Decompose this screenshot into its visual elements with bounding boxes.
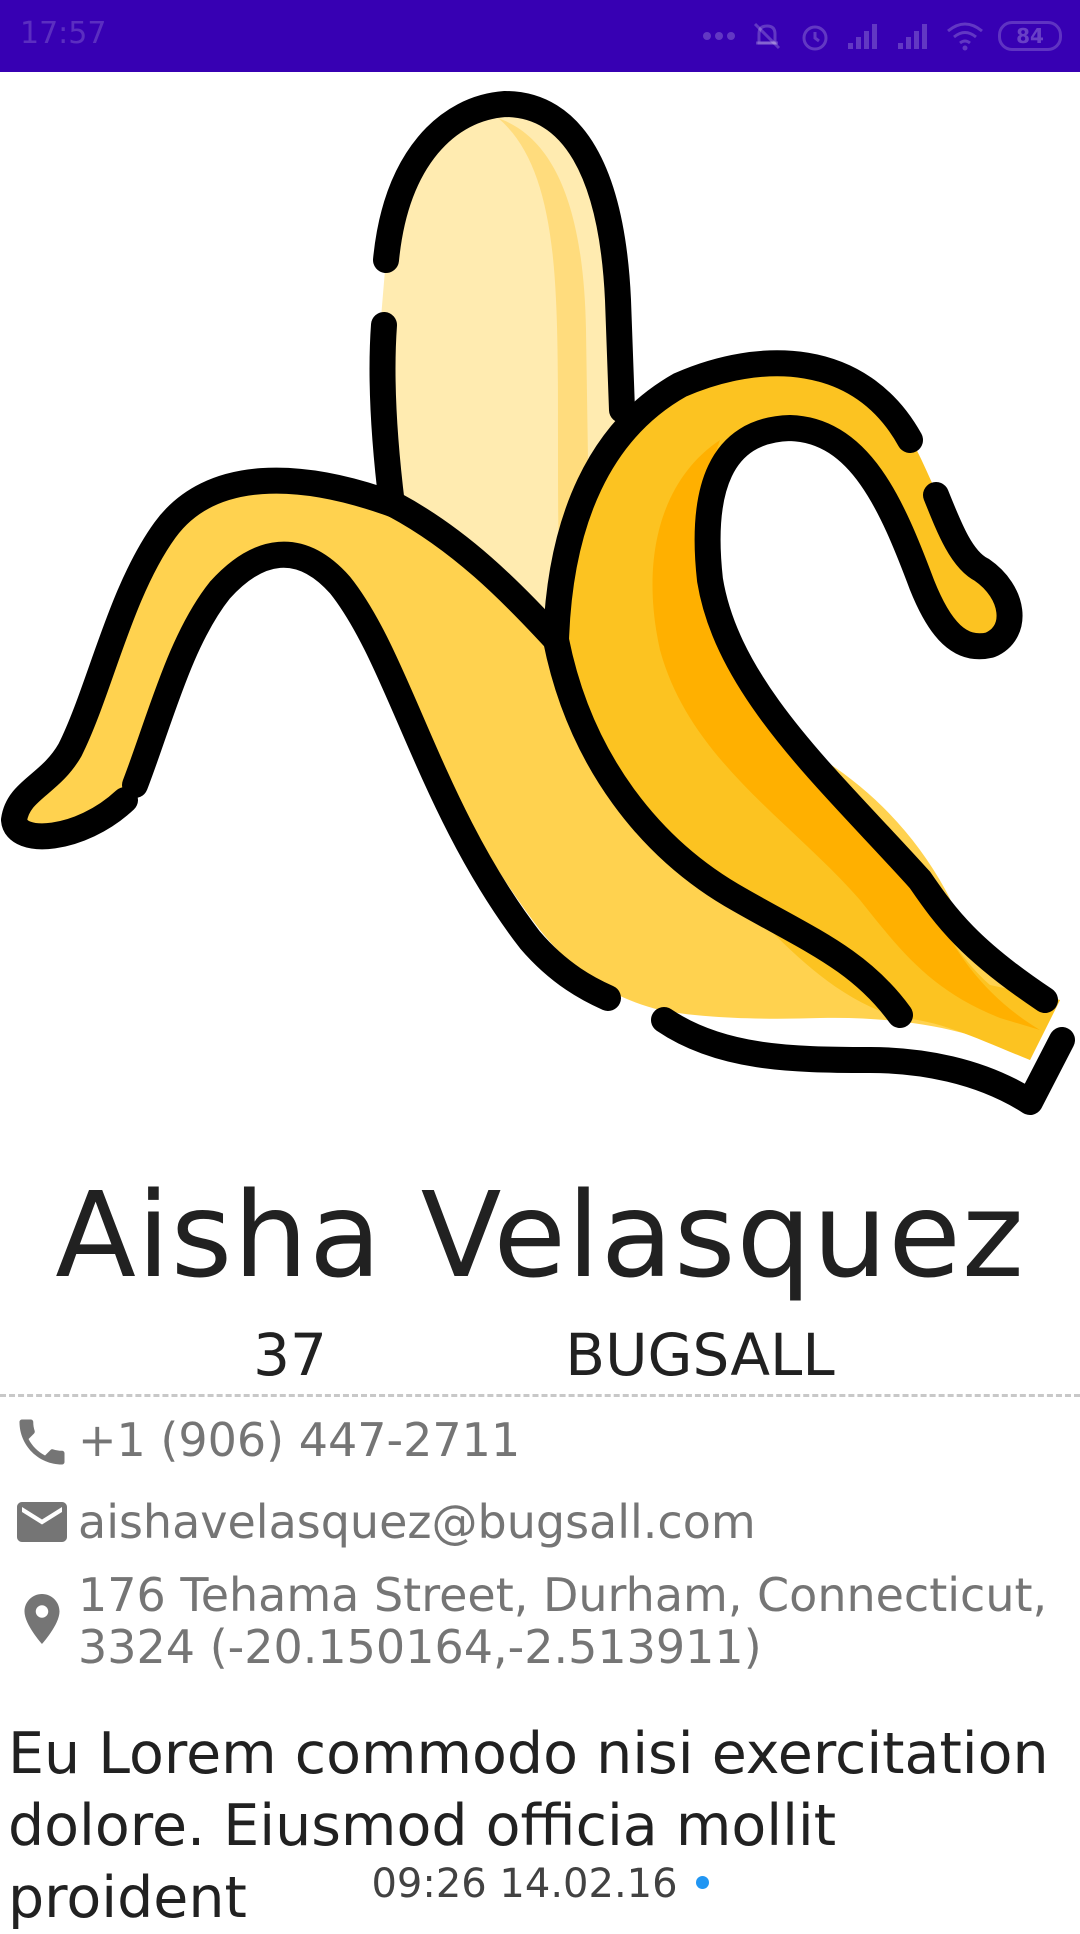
phone-row[interactable]: +1 (906) 447-2711 <box>12 1410 1072 1470</box>
status-time: 17:57 <box>20 16 107 51</box>
email-text: aishavelasquez@bugsall.com <box>78 1495 756 1549</box>
registered-row: 09:26 14.02.16 <box>0 1856 1080 1912</box>
profile-name: Aisha Velasquez <box>55 1166 1025 1304</box>
peeled-banana-illustration <box>1 90 1075 1115</box>
profile-company: BUGSALL <box>565 1321 835 1389</box>
signal-icon <box>896 21 932 51</box>
notifications-off-icon <box>750 19 784 53</box>
registered-text: 09:26 14.02.16 <box>371 1861 678 1907</box>
phone-icon <box>12 1412 72 1472</box>
divider <box>0 1394 1080 1397</box>
email-row[interactable]: aishavelasquez@bugsall.com <box>12 1490 1072 1550</box>
email-icon <box>12 1492 72 1552</box>
signal-icon <box>846 21 882 51</box>
wifi-icon <box>946 21 984 51</box>
battery-icon: 84 <box>998 21 1062 51</box>
status-bar: 17:57 84 <box>0 0 1080 72</box>
address-text: 176 Tehama Street, Durham, Connecticut, … <box>78 1568 1048 1674</box>
alarm-icon <box>798 19 832 53</box>
phone-text: +1 (906) 447-2711 <box>78 1413 521 1467</box>
active-status-dot <box>695 1875 709 1889</box>
more-dots-icon <box>702 31 736 41</box>
battery-level: 84 <box>1016 24 1044 48</box>
profile-age: 37 <box>253 1321 327 1389</box>
address-row[interactable]: 176 Tehama Street, Durham, Connecticut, … <box>12 1565 1072 1685</box>
profile-picture <box>0 88 1080 1148</box>
status-icons: 84 <box>702 16 1062 56</box>
location-pin-icon <box>12 1589 72 1649</box>
